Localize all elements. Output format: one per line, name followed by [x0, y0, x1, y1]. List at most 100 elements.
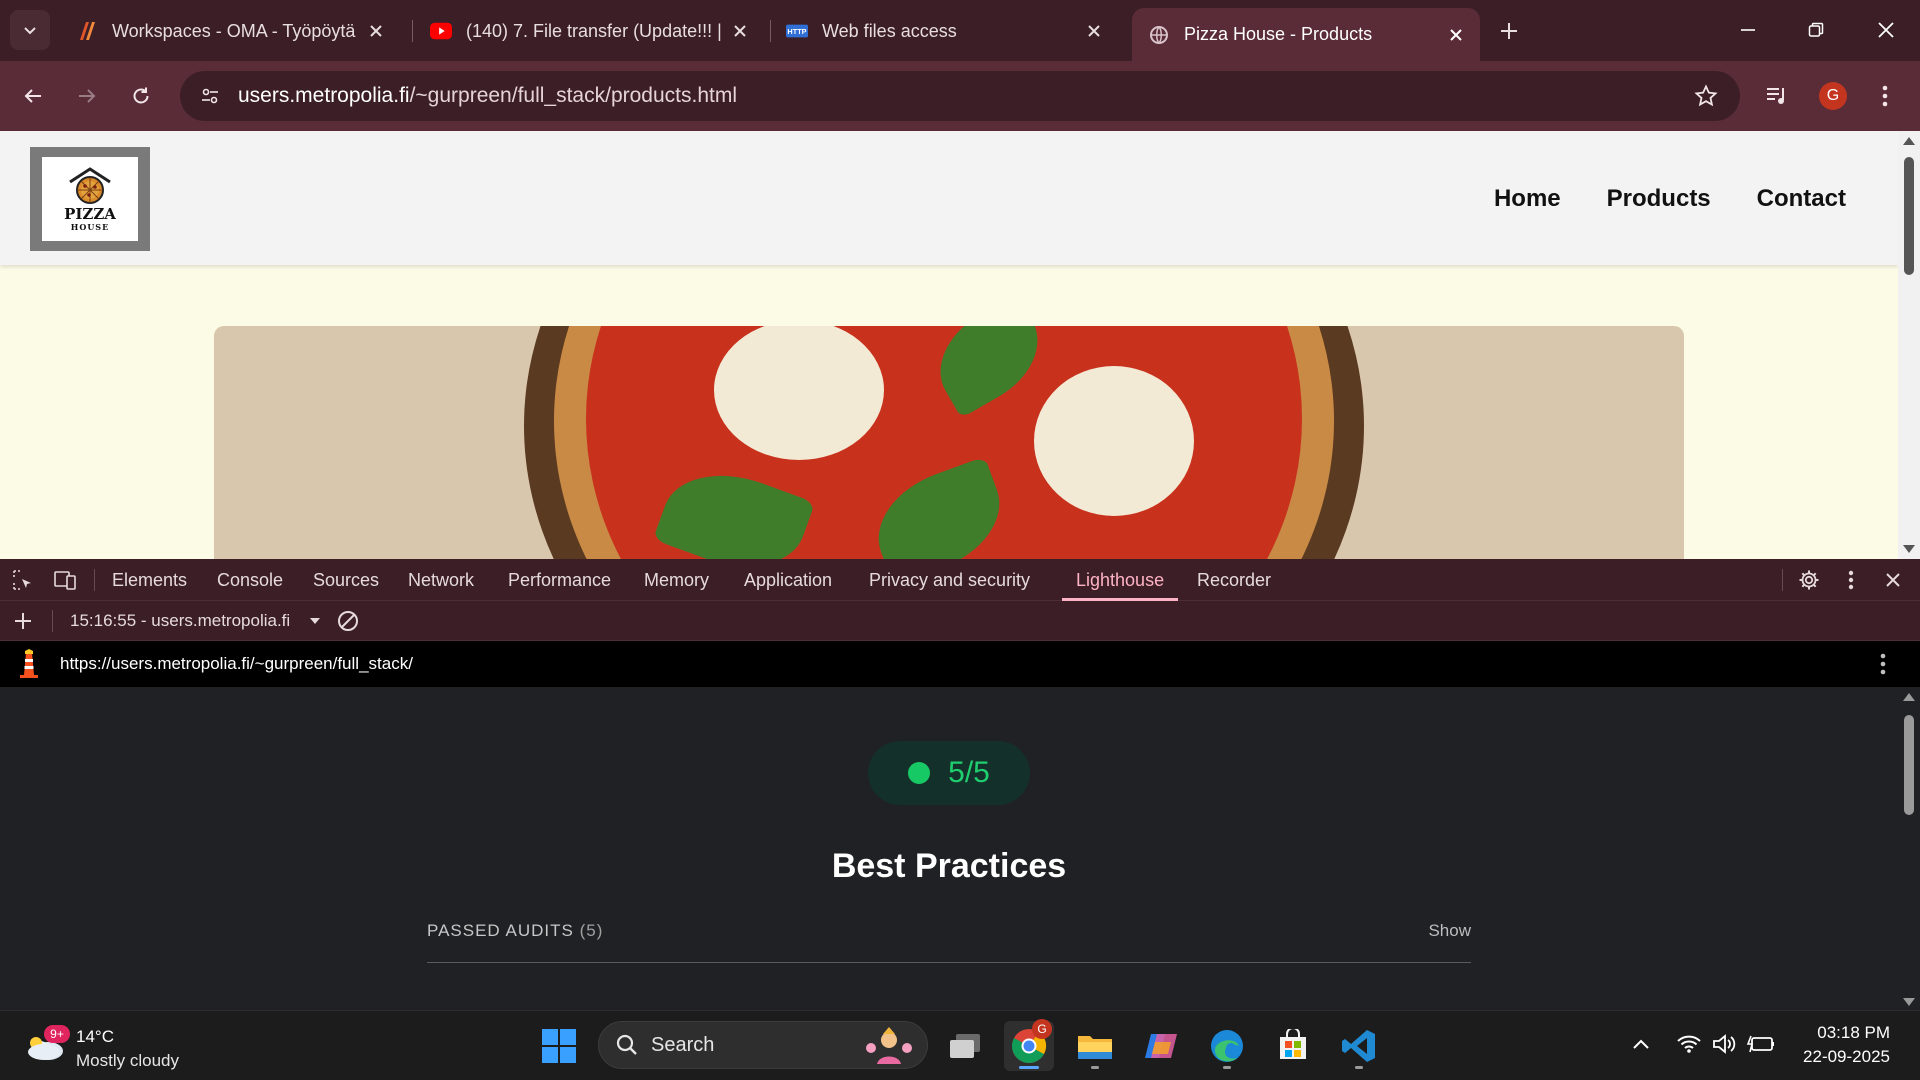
close-tab-icon[interactable]: [1080, 17, 1108, 45]
plus-icon: [1501, 23, 1517, 39]
weather-widget[interactable]: 9+ 14°C Mostly cloudy: [26, 1021, 216, 1071]
kebab-menu-icon: [1882, 85, 1888, 107]
close-tab-icon[interactable]: [362, 17, 390, 45]
close-window-button[interactable]: [1866, 12, 1906, 48]
score-value: 5/5: [948, 756, 990, 789]
new-report-plus-icon[interactable]: [10, 608, 36, 634]
folder-icon: [1078, 1036, 1112, 1059]
tab-performance[interactable]: Performance: [508, 559, 611, 601]
taskbar-store[interactable]: [1268, 1021, 1318, 1071]
tab-network[interactable]: Network: [408, 559, 474, 601]
close-tab-icon[interactable]: [1442, 21, 1470, 49]
media-controls-button[interactable]: [1758, 77, 1796, 115]
new-tab-button[interactable]: [1492, 14, 1526, 48]
inspect-element-icon[interactable]: [10, 567, 36, 593]
passed-audits-label: PASSED AUDITS (5): [427, 921, 603, 941]
logo-text-house: HOUSE: [70, 222, 110, 232]
close-devtools-icon[interactable]: [1880, 567, 1906, 593]
chevron-up-icon: [1633, 1039, 1649, 1049]
clear-reports-icon[interactable]: [335, 608, 361, 634]
bookmark-star-icon[interactable]: [1692, 82, 1720, 110]
logo-inner: PIZZA HOUSE: [42, 157, 138, 241]
mozzarella: [1034, 366, 1194, 516]
taskbar-copilot[interactable]: [1136, 1021, 1186, 1071]
taskbar-file-explorer[interactable]: [1070, 1021, 1120, 1071]
volume-icon: [1713, 1034, 1736, 1054]
passed-audits-group[interactable]: PASSED AUDITS (5) Show: [427, 921, 1471, 963]
scroll-down-arrow[interactable]: [1903, 545, 1915, 553]
close-tab-icon[interactable]: [726, 17, 754, 45]
scrollbar-thumb[interactable]: [1904, 157, 1914, 275]
report-selector[interactable]: 15:16:55 - users.metropolia.fi: [70, 611, 290, 631]
devtools-more-icon[interactable]: [1838, 567, 1864, 593]
taskbar-vscode[interactable]: [1334, 1021, 1384, 1071]
tab-title: (140) 7. File transfer (Update!!! |: [466, 20, 722, 41]
tab-pizza-house[interactable]: Pizza House - Products: [1132, 8, 1480, 61]
start-button[interactable]: [534, 1021, 584, 1071]
lighthouse-report-url[interactable]: https://users.metropolia.fi/~gurpreen/fu…: [60, 654, 413, 674]
http-icon: HTTP: [786, 20, 808, 42]
tab-sources[interactable]: Sources: [313, 559, 379, 601]
scroll-up-arrow[interactable]: [1903, 693, 1915, 701]
tab-search-button[interactable]: [10, 10, 50, 50]
site-info-icon[interactable]: [194, 80, 226, 112]
report-menu-icon[interactable]: [1870, 651, 1896, 677]
tab-youtube[interactable]: (140) 7. File transfer (Update!!! |: [414, 8, 764, 54]
restore-button[interactable]: [1796, 12, 1836, 48]
taskbar-chrome[interactable]: G: [1004, 1019, 1054, 1071]
tab-web-files[interactable]: HTTP Web files access: [770, 8, 1118, 54]
pass-dot-icon: [908, 762, 931, 784]
forward-button[interactable]: [68, 77, 106, 115]
show-hidden-icons[interactable]: [1626, 1029, 1656, 1059]
wifi-status[interactable]: [1674, 1029, 1704, 1059]
address-bar[interactable]: users.metropolia.fi/~gurpreen/full_stack…: [180, 71, 1740, 121]
site-logo[interactable]: PIZZA HOUSE: [30, 147, 150, 251]
windows-taskbar: 9+ 14°C Mostly cloudy Search G 03:18 PM …: [0, 1010, 1920, 1080]
scrollbar-thumb[interactable]: [1904, 715, 1914, 815]
running-indicator: [1355, 1066, 1363, 1069]
browser-menu-button[interactable]: [1866, 77, 1904, 115]
wifi-icon: [1677, 1035, 1701, 1053]
report-scrollbar[interactable]: [1898, 687, 1920, 1010]
nav-link-contact[interactable]: Contact: [1757, 185, 1846, 213]
chrome-profile-badge: G: [1032, 1019, 1052, 1039]
store-icon: [1280, 1029, 1306, 1059]
youtube-icon: [430, 20, 452, 42]
scroll-down-arrow[interactable]: [1903, 998, 1915, 1006]
tab-application[interactable]: Application: [744, 559, 832, 601]
tab-console[interactable]: Console: [217, 559, 283, 601]
tab-memory[interactable]: Memory: [644, 559, 709, 601]
battery-status[interactable]: [1746, 1029, 1776, 1059]
taskbar-search[interactable]: Search: [598, 1021, 928, 1069]
page-scrollbar[interactable]: [1898, 131, 1920, 559]
browser-toolbar: users.metropolia.fi/~gurpreen/full_stack…: [0, 61, 1920, 131]
close-icon: [1878, 22, 1894, 38]
tab-elements[interactable]: Elements: [112, 559, 187, 601]
tab-title: Web files access: [822, 20, 957, 41]
reload-button[interactable]: [122, 77, 160, 115]
task-view-button[interactable]: [940, 1021, 990, 1071]
battery-charging-icon: [1747, 1035, 1774, 1053]
running-indicator: [1019, 1066, 1039, 1069]
system-clock[interactable]: 03:18 PM 22-09-2025: [1803, 1021, 1890, 1069]
volume-status[interactable]: [1710, 1029, 1740, 1059]
edge-icon: [1211, 1030, 1243, 1062]
show-audits-button[interactable]: Show: [1428, 921, 1471, 941]
minimize-button[interactable]: [1728, 12, 1768, 48]
nav-link-products[interactable]: Products: [1607, 185, 1711, 213]
settings-gear-icon[interactable]: [1796, 567, 1822, 593]
tab-privacy-security[interactable]: Privacy and security: [869, 559, 1030, 601]
back-button[interactable]: [14, 77, 52, 115]
tab-workspaces[interactable]: Workspaces - OMA - Työpöytä: [60, 8, 400, 54]
taskbar-edge[interactable]: [1202, 1021, 1252, 1071]
url-host: users.metropolia.fi: [238, 84, 410, 107]
profile-button[interactable]: G: [1814, 77, 1852, 115]
nav-link-home[interactable]: Home: [1494, 185, 1561, 213]
task-view-icon: [950, 1034, 980, 1058]
scroll-up-arrow[interactable]: [1903, 137, 1915, 145]
device-toolbar-icon[interactable]: [52, 567, 78, 593]
tab-lighthouse[interactable]: Lighthouse: [1061, 559, 1179, 601]
tab-recorder[interactable]: Recorder: [1197, 559, 1271, 601]
logo-text-pizza: PIZZA: [64, 205, 116, 223]
dropdown-arrow-icon[interactable]: [302, 608, 328, 634]
